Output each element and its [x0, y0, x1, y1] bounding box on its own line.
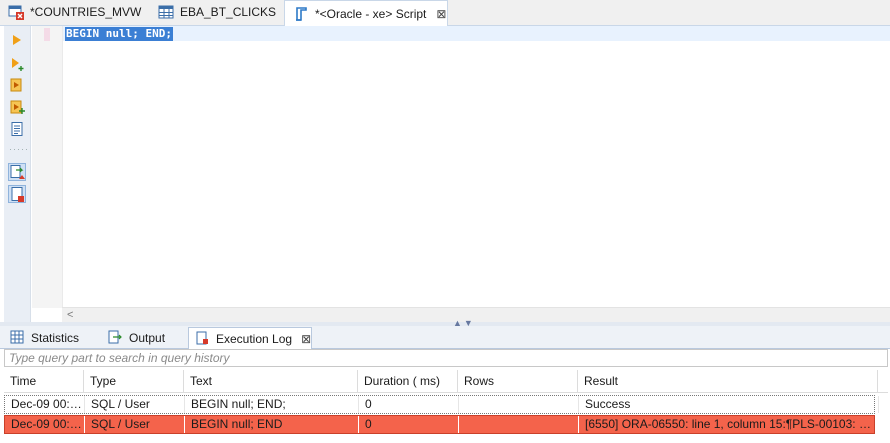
tab-label: Output: [129, 331, 166, 345]
tab-execution-log[interactable]: Execution Log ⊠: [188, 327, 312, 349]
code-line-1[interactable]: BEGIN null; END;: [65, 27, 173, 41]
execution-log-table: Time Type Text Duration ( ms) Rows Resul…: [4, 370, 888, 434]
table-row-error[interactable]: Dec-09 00:2... SQL / User BEGIN null; EN…: [4, 415, 879, 434]
execution-log-icon: [195, 331, 211, 347]
result-panel-tabs: Statistics Output Execution Log ⊠: [0, 326, 890, 349]
close-tab-icon[interactable]: ⊠: [436, 7, 446, 21]
current-line-highlight: [63, 26, 890, 41]
execute-statement-icon[interactable]: [9, 32, 25, 48]
tab-output[interactable]: Output: [102, 328, 188, 348]
query-history-search: [4, 349, 888, 367]
tab-statistics[interactable]: Statistics: [4, 328, 98, 348]
tab-label: EBA_BT_CLICKS: [180, 5, 277, 19]
column-header-text[interactable]: Text: [184, 370, 358, 392]
toolbar-separator: ·····: [9, 144, 29, 154]
statistics-icon: [10, 330, 26, 346]
cell-result: Success: [579, 396, 879, 413]
cell-type: SQL / User: [85, 416, 185, 433]
cell-rows: [459, 416, 579, 433]
cell-type: SQL / User: [85, 396, 185, 413]
table-row[interactable]: Dec-09 00:2... SQL / User BEGIN null; EN…: [4, 395, 879, 414]
tab-label: Execution Log: [216, 331, 293, 346]
cell-duration: 0: [359, 396, 459, 413]
sql-editor[interactable]: ····· BEGIN null; END; <: [0, 26, 890, 324]
column-header-time[interactable]: Time: [4, 370, 84, 392]
show-execution-log-icon[interactable]: [8, 185, 26, 203]
cell-duration: 0: [359, 416, 459, 433]
scroll-left-icon[interactable]: <: [67, 309, 73, 321]
explain-plan-icon[interactable]: [9, 121, 25, 137]
line-marker: [44, 28, 50, 41]
cell-time: Dec-09 00:2...: [5, 416, 85, 433]
column-header-type[interactable]: Type: [84, 370, 184, 392]
cell-rows: [459, 396, 579, 413]
materialized-view-error-icon: [8, 4, 24, 20]
table-icon: [158, 4, 174, 20]
search-input[interactable]: [5, 350, 887, 366]
editor-tab-bar: *COUNTRIES_MVW EBA_BT_CLICKS *<Oracle - …: [0, 0, 890, 26]
tab-label: *COUNTRIES_MVW: [30, 5, 142, 19]
execute-script-icon[interactable]: [9, 77, 25, 93]
column-header-duration[interactable]: Duration ( ms): [358, 370, 458, 392]
execute-script-new-tab-icon[interactable]: [9, 99, 25, 115]
show-server-output-icon[interactable]: [8, 163, 26, 181]
script-icon: [293, 6, 309, 22]
tab-label: Statistics: [31, 331, 80, 345]
close-tab-icon[interactable]: ⊠: [301, 332, 311, 346]
line-gutter: [32, 26, 63, 308]
tab-oracle-script[interactable]: *<Oracle - xe> Script ⊠: [284, 0, 448, 26]
execute-statement-new-tab-icon[interactable]: [9, 56, 25, 72]
cell-result: [6550] ORA-06550: line 1, column 15:¶PLS…: [579, 416, 879, 433]
output-icon: [108, 330, 124, 346]
tab-countries-mvw[interactable]: *COUNTRIES_MVW: [0, 0, 145, 24]
cell-text: BEGIN null; END: [185, 416, 359, 433]
editor-side-toolbar: ·····: [4, 26, 31, 324]
tab-eba-bt-clicks[interactable]: EBA_BT_CLICKS: [150, 0, 280, 24]
tab-label: *<Oracle - xe> Script: [315, 6, 427, 21]
cell-time: Dec-09 00:2...: [5, 396, 85, 413]
table-header: Time Type Text Duration ( ms) Rows Resul…: [4, 370, 888, 393]
column-header-rows[interactable]: Rows: [458, 370, 578, 392]
column-header-result[interactable]: Result: [578, 370, 878, 392]
cell-text: BEGIN null; END;: [185, 396, 359, 413]
